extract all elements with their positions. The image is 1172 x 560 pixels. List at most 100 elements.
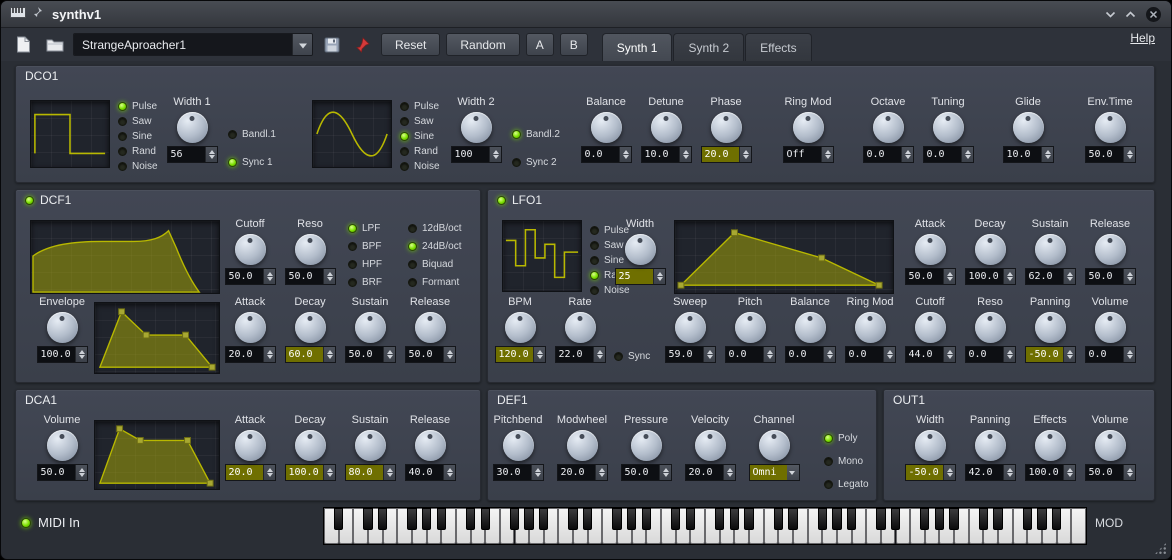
sustain-knob[interactable] [355,312,386,343]
cutoff-spinbox[interactable]: 44.0 [905,346,956,363]
black-key[interactable] [539,508,548,530]
combo-dropdown-button[interactable] [787,465,799,480]
attack-knob[interactable] [235,430,266,461]
dco1-sync1-radio[interactable]: Sync 1 [228,156,273,168]
rate-spinbox[interactable]: 22.0 [555,346,606,363]
help-link[interactable]: Help [1130,31,1155,45]
spin-arrows[interactable] [723,465,735,480]
black-key[interactable] [510,508,519,530]
pitch-spinbox[interactable]: 0.0 [725,346,776,363]
width1-knob[interactable] [177,112,208,143]
release-knob[interactable] [415,312,446,343]
black-key[interactable] [466,508,475,530]
volume-spinbox[interactable]: 50.0 [37,464,88,481]
dco1-osc1-shape-noise[interactable]: Noise [118,160,158,172]
spin-arrows[interactable] [1123,147,1135,162]
cutoff-spinbox[interactable]: 50.0 [225,268,276,285]
cutoff-knob[interactable] [235,234,266,265]
black-key[interactable] [363,508,372,530]
black-key[interactable] [744,508,753,530]
preset-combo[interactable]: StrangeAproacher1 [73,33,313,56]
black-key[interactable] [935,508,944,530]
release-knob[interactable] [415,430,446,461]
dco1-osc2-shape-noise[interactable]: Noise [400,160,440,172]
envtime-knob[interactable] [1095,112,1126,143]
pitchbend-knob[interactable] [503,430,534,461]
lfo1-wave-display[interactable] [502,220,582,292]
spin-arrows[interactable] [383,347,395,362]
decay-knob[interactable] [975,234,1006,265]
spin-arrows[interactable] [205,147,217,162]
black-key[interactable] [730,508,739,530]
panning-spinbox[interactable]: 42.0 [965,464,1016,481]
dco1-bandl1-radio[interactable]: Bandl.1 [228,128,276,140]
dcf1-type-hpf[interactable]: HPF [348,258,382,270]
black-key[interactable] [1052,508,1061,530]
detune-spinbox[interactable]: 10.0 [641,146,692,163]
reso-spinbox[interactable]: 50.0 [285,268,336,285]
tab-synth1[interactable]: Synth 1 [602,33,673,61]
channel-knob[interactable] [759,430,790,461]
open-preset-button[interactable] [42,32,67,57]
black-key[interactable] [774,508,783,530]
resize-grip[interactable] [1154,542,1167,555]
black-key[interactable] [612,508,621,530]
white-key[interactable] [1071,508,1086,544]
tuning-spinbox[interactable]: 0.0 [923,146,974,163]
volume-spinbox[interactable]: 50.0 [1085,464,1136,481]
sustain-spinbox[interactable]: 62.0 [1025,268,1076,285]
spin-arrows[interactable] [943,347,955,362]
spin-arrows[interactable] [533,347,545,362]
phase-spinbox[interactable]: 20.0 [701,146,752,163]
spin-arrows[interactable] [1063,465,1075,480]
octave-spinbox[interactable]: 0.0 [863,146,914,163]
black-key[interactable] [1037,508,1046,530]
reso-spinbox[interactable]: 0.0 [965,346,1016,363]
ringmod-knob[interactable] [855,312,886,343]
dcf1-slope-biquad[interactable]: Biquad [408,258,453,270]
width2-knob[interactable] [461,112,492,143]
spin-arrows[interactable] [901,147,913,162]
keyboard[interactable] [323,507,1087,545]
envelope-knob[interactable] [47,312,78,343]
dco1-osc1-wave-display[interactable] [30,100,110,168]
decay-knob[interactable] [295,312,326,343]
dco1-osc1-shape-sine[interactable]: Sine [118,130,152,142]
envelope-spinbox[interactable]: 100.0 [37,346,88,363]
width1-spinbox[interactable]: 56 [167,146,218,163]
spin-arrows[interactable] [1063,269,1075,284]
dco1-osc1-shape-rand[interactable]: Rand [118,145,156,157]
effects-knob[interactable] [1035,430,1066,461]
black-key[interactable] [686,508,695,530]
lfo-width-knob[interactable] [625,234,656,265]
ringmod-spinbox[interactable]: 0.0 [845,346,896,363]
dcf1-envelope-display[interactable] [94,302,220,374]
sweep-spinbox[interactable]: 59.0 [665,346,716,363]
release-spinbox[interactable]: 50.0 [1085,268,1136,285]
black-key[interactable] [1023,508,1032,530]
def1-mode-legato[interactable]: Legato [824,478,869,490]
spin-arrows[interactable] [531,465,543,480]
tuning-knob[interactable] [933,112,964,143]
lfo1-envelope-display[interactable] [674,220,894,294]
rate-knob[interactable] [565,312,596,343]
black-key[interactable] [832,508,841,530]
spin-arrows[interactable] [943,269,955,284]
delete-preset-button[interactable] [350,32,375,57]
dco1-osc2-wave-display[interactable] [312,100,392,168]
spin-arrows[interactable] [943,465,955,480]
dcf1-slope-24db[interactable]: 24dB/oct [408,240,461,252]
def1-mode-mono[interactable]: Mono [824,455,863,467]
preset-dropdown-button[interactable] [292,34,312,55]
black-key[interactable] [671,508,680,530]
save-preset-button[interactable] [319,32,344,57]
attack-knob[interactable] [235,312,266,343]
release-spinbox[interactable]: 50.0 [405,346,456,363]
black-key[interactable] [481,508,490,530]
pitch-knob[interactable] [735,312,766,343]
black-key[interactable] [993,508,1002,530]
spin-arrows[interactable] [823,347,835,362]
black-key[interactable] [378,508,387,530]
pressure-knob[interactable] [631,430,662,461]
black-key[interactable] [437,508,446,530]
